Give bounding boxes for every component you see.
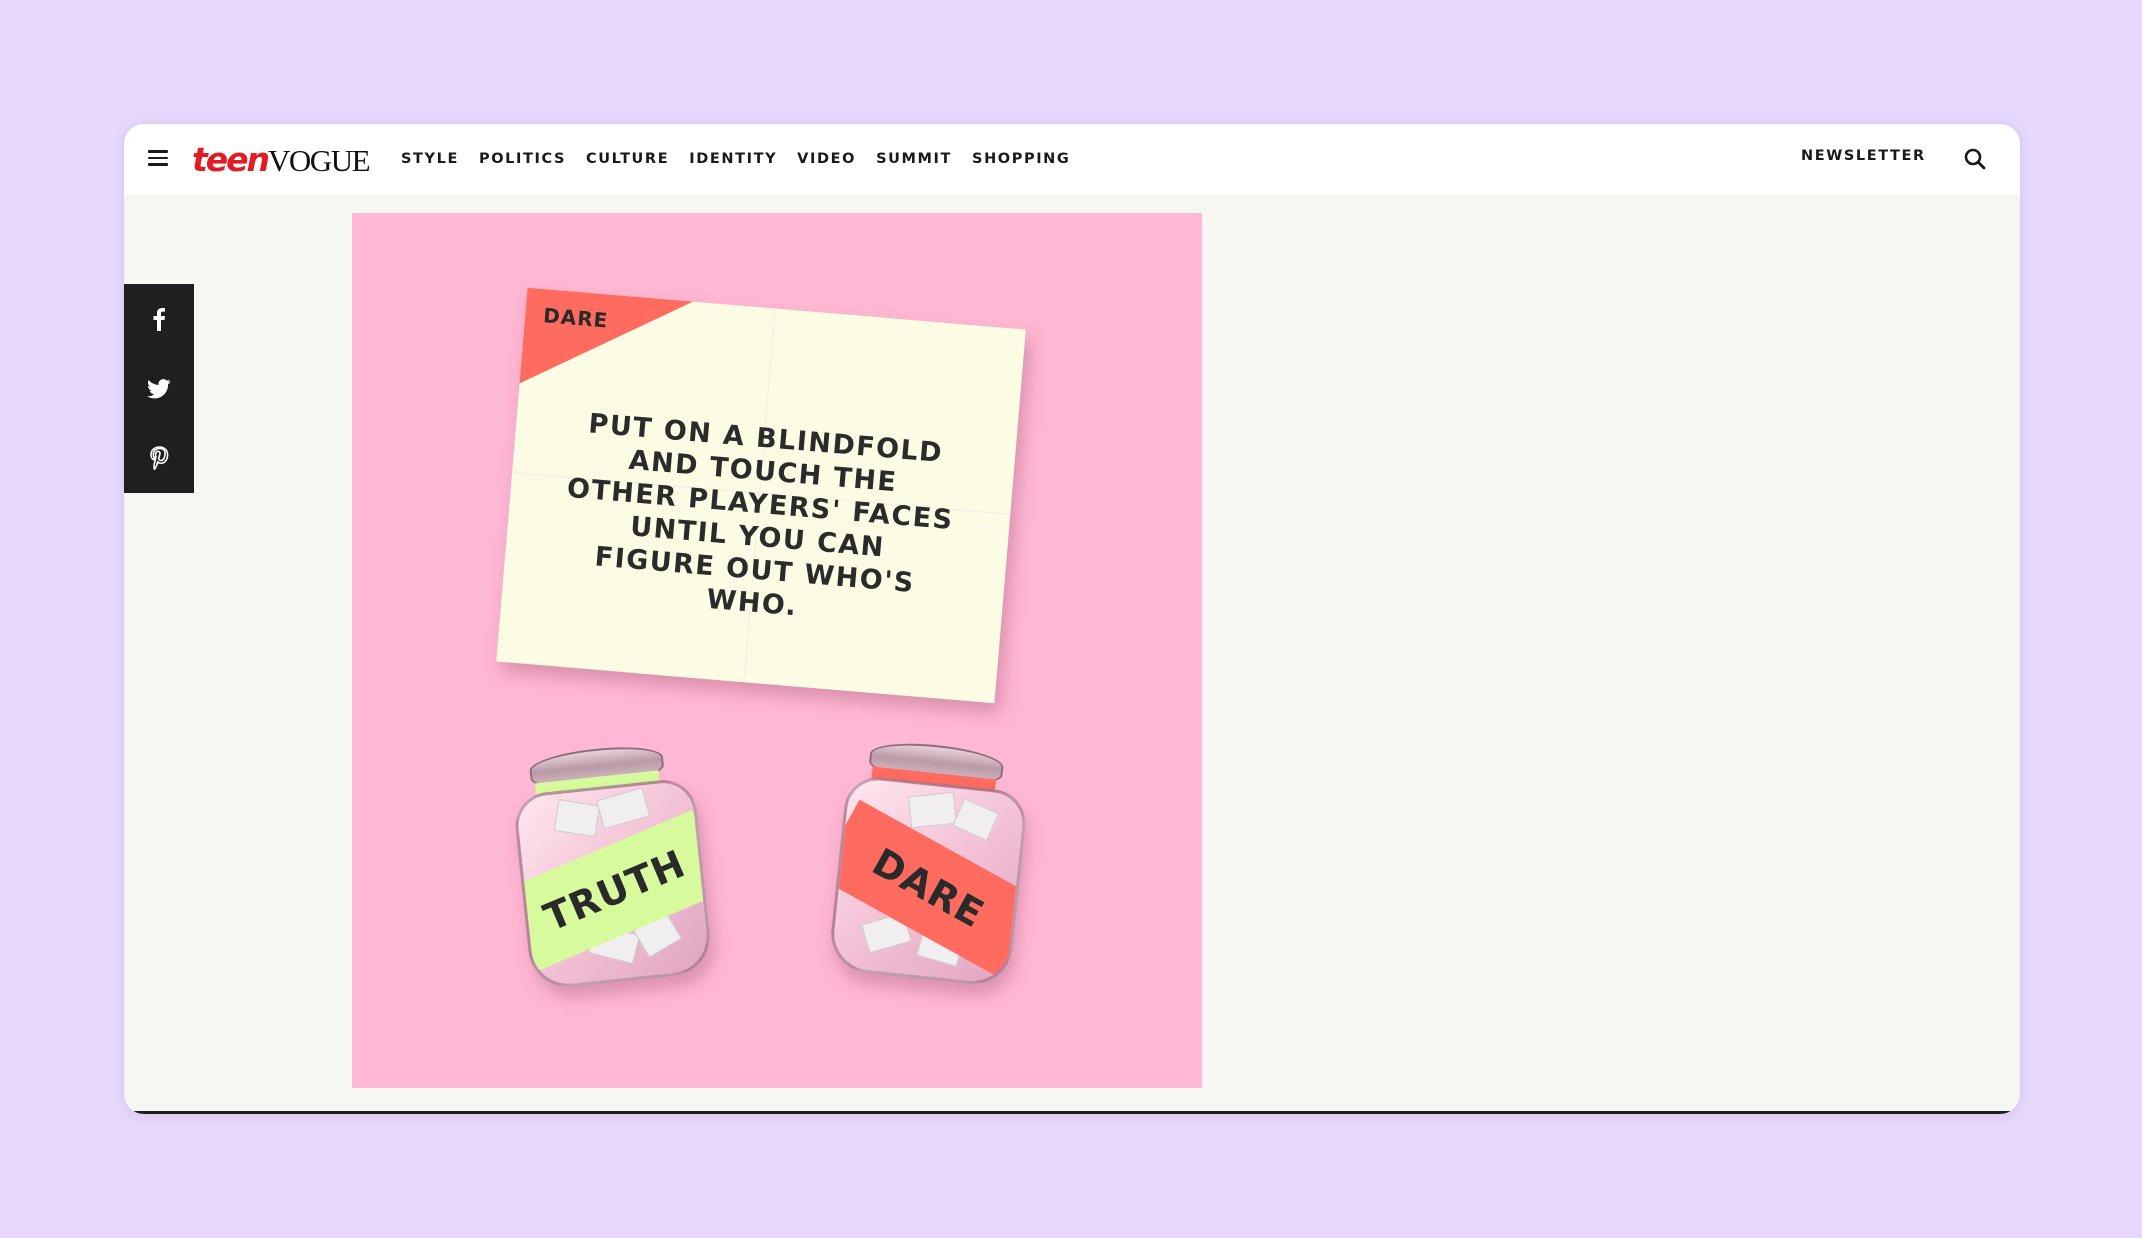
pinterest-share-button[interactable] [124, 429, 194, 489]
nav-link-video[interactable]: VIDEO [797, 151, 856, 167]
twitter-share-button[interactable] [124, 359, 194, 419]
nav-link-identity[interactable]: IDENTITY [689, 151, 777, 167]
nav-link-style[interactable]: STYLE [401, 151, 459, 167]
nav-link-politics[interactable]: POLITICS [479, 151, 566, 167]
window-bottom-border [124, 1111, 2020, 1114]
truth-jar: TRUTH [508, 739, 714, 992]
twitter-icon [147, 379, 171, 399]
dare-note-text: PUT ON A BLINDFOLD AND TOUCH THE OTHER P… [565, 408, 955, 623]
newsletter-link[interactable]: NEWSLETTER [1801, 148, 1926, 164]
dare-note-card: DARE PUT ON A BLINDFOLD AND TOUCH THE OT… [496, 287, 1026, 704]
search-icon [1964, 148, 1986, 170]
hamburger-menu-icon[interactable] [148, 150, 168, 166]
truth-or-dare-illustration: DARE PUT ON A BLINDFOLD AND TOUCH THE OT… [352, 213, 1202, 1088]
main-nav: STYLE POLITICS CULTURE IDENTITY VIDEO SU… [401, 124, 1090, 194]
dare-jar-body: DARE [827, 774, 1029, 988]
search-button[interactable] [1962, 146, 1988, 172]
teen-vogue-logo[interactable]: teen VOGUE [192, 140, 371, 179]
nav-link-shopping[interactable]: SHOPPING [972, 151, 1070, 167]
browser-window: teen VOGUE STYLE POLITICS CULTURE IDENTI… [124, 124, 2020, 1114]
facebook-icon [153, 308, 165, 331]
truth-jar-body: TRUTH [512, 776, 714, 991]
nav-link-summit[interactable]: SUMMIT [876, 151, 952, 167]
facebook-share-button[interactable] [124, 289, 194, 349]
top-navbar: teen VOGUE STYLE POLITICS CULTURE IDENTI… [124, 124, 2020, 194]
logo-teen-text: teen [192, 140, 270, 179]
logo-vogue-text: VOGUE [268, 143, 371, 178]
nav-link-culture[interactable]: CULTURE [586, 151, 669, 167]
social-share-rail [124, 284, 194, 493]
dare-jar: DARE [827, 736, 1031, 989]
pinterest-icon [150, 446, 169, 470]
